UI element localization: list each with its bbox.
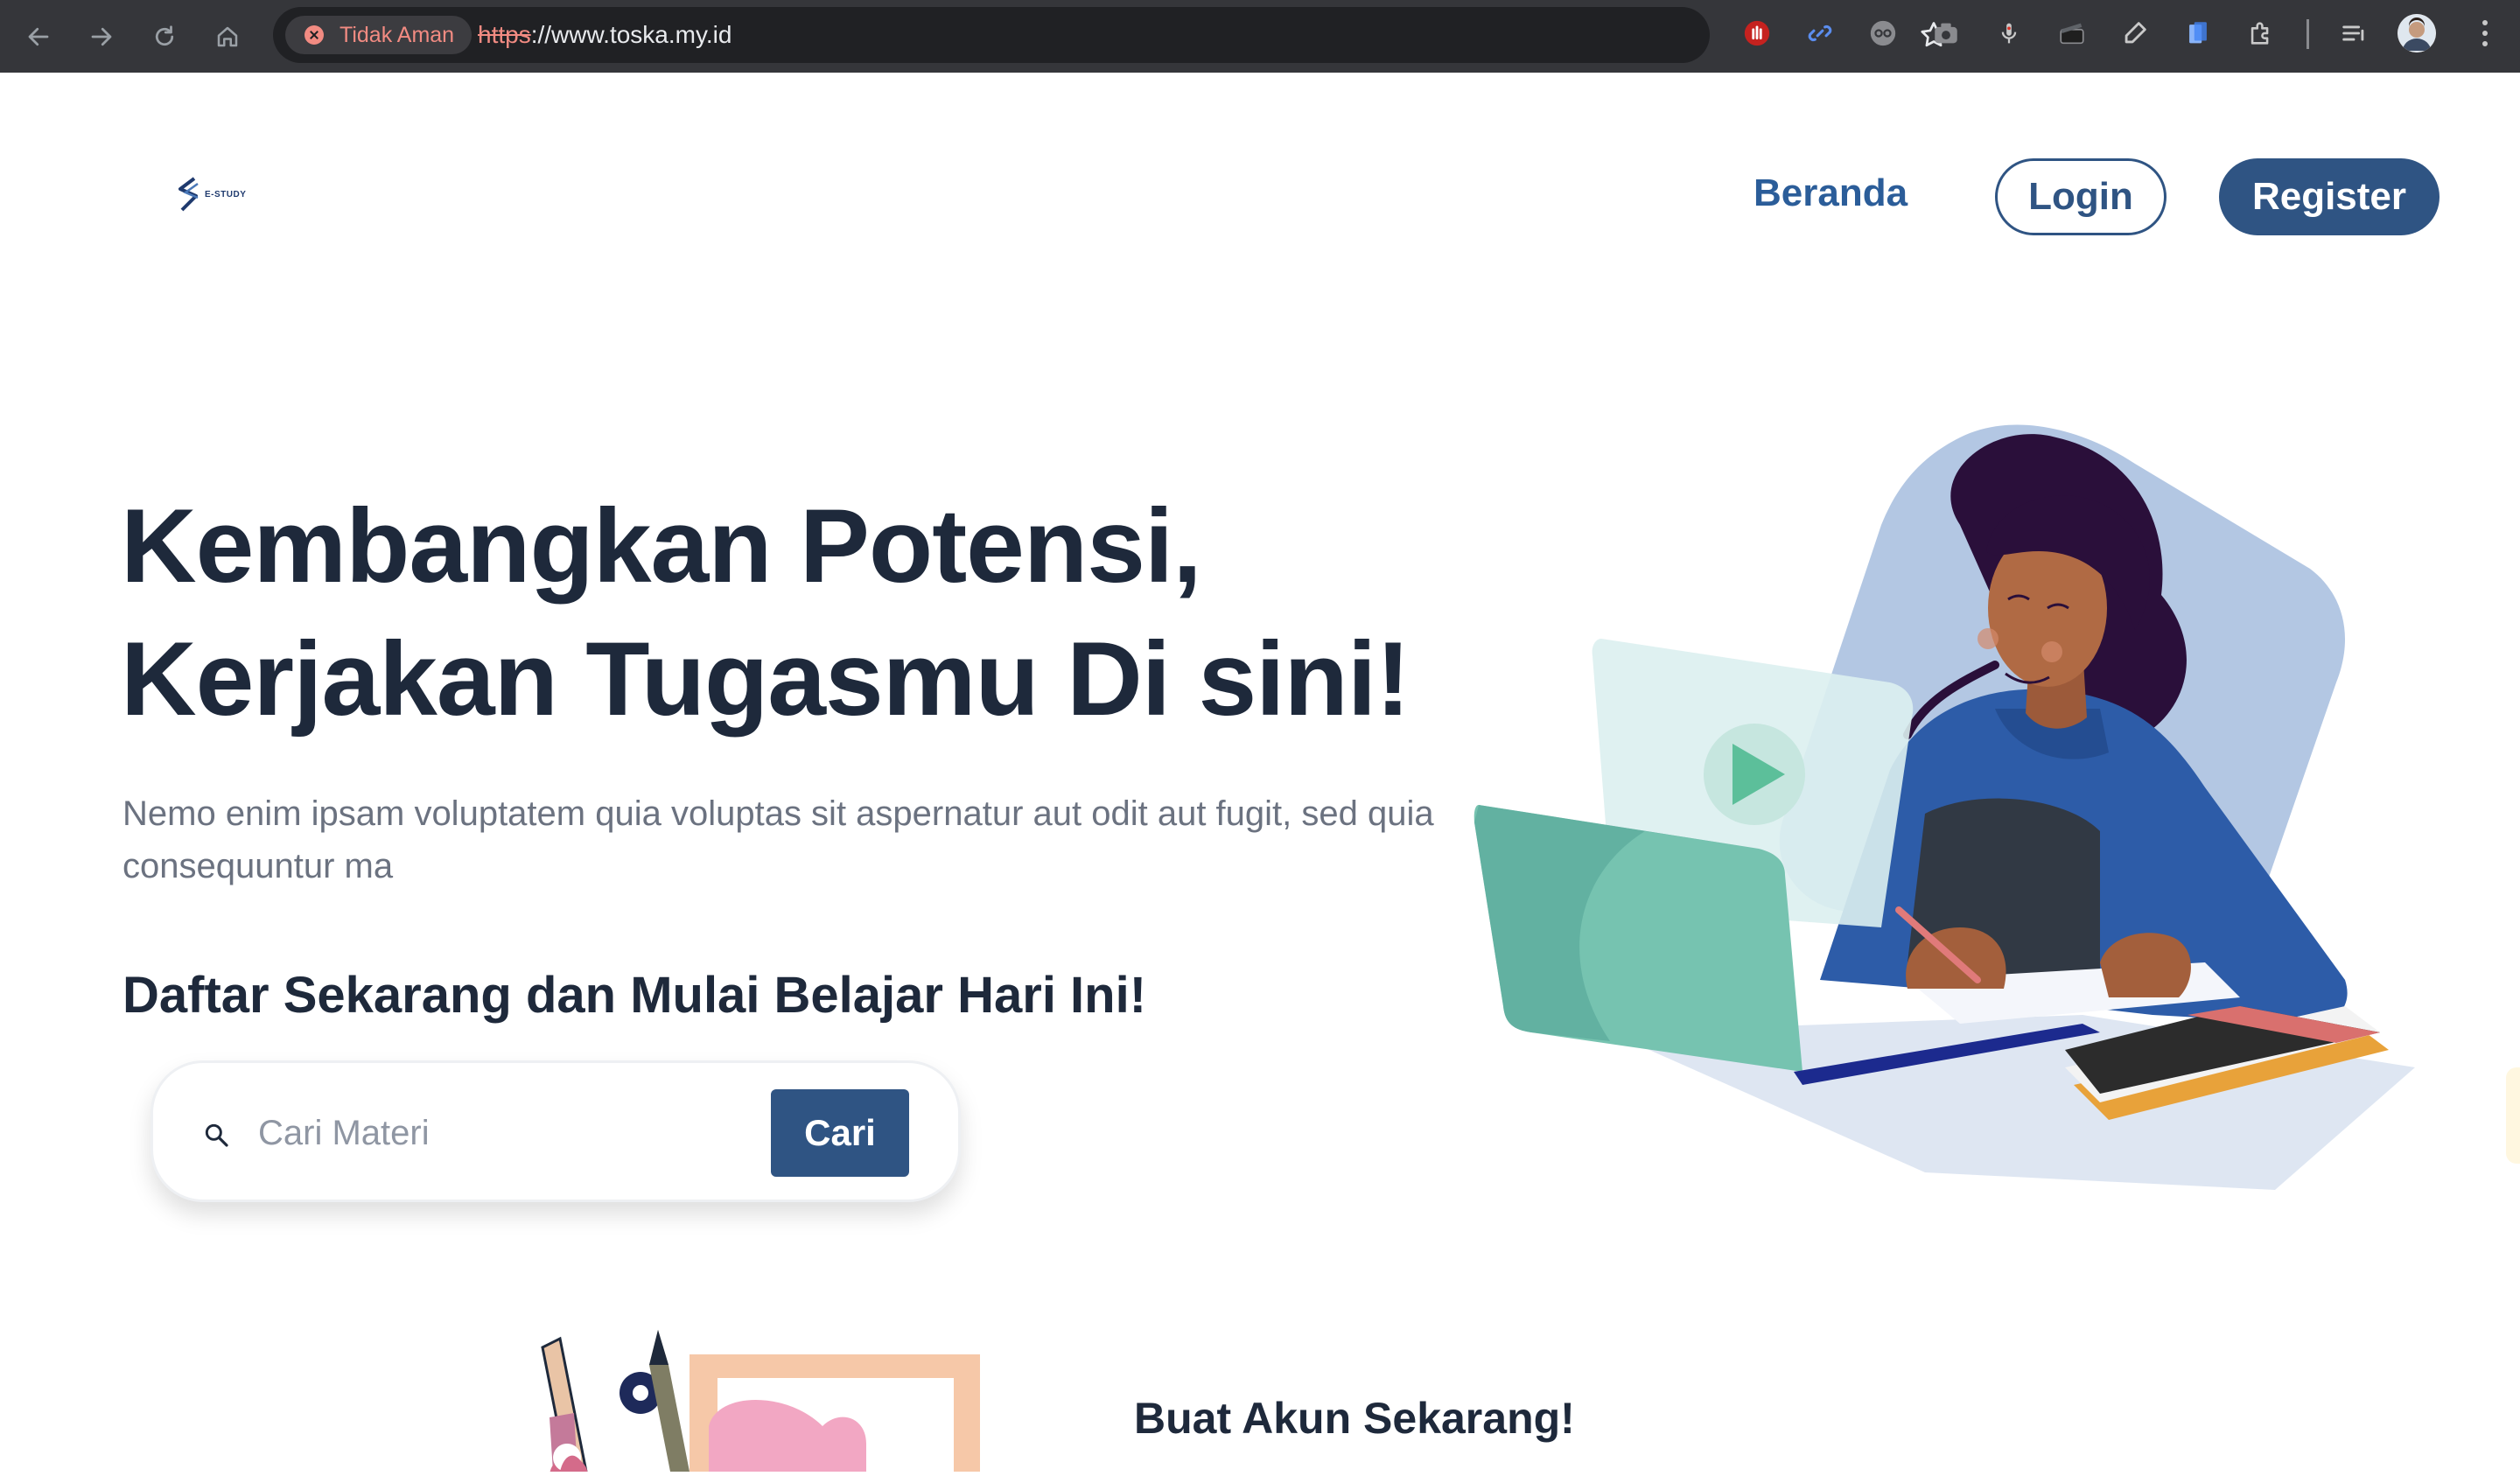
search-submit-button[interactable]: Cari [771,1089,909,1177]
forward-icon[interactable] [79,14,124,59]
extension-glasses-icon[interactable] [1864,14,1902,52]
extensions-puzzle-icon[interactable] [2242,14,2280,52]
security-label: Tidak Aman [340,23,455,47]
search-bar: Cari [150,1060,961,1202]
extension-mic-icon[interactable] [1990,14,2028,52]
home-icon[interactable] [205,14,250,59]
not-secure-icon [304,25,324,45]
browser-menu-icon[interactable] [2468,14,2502,52]
hero-title: Kembangkan Potensi, Kerjakan Tugasmu Di … [121,479,1486,745]
nav-beranda-link[interactable]: Beranda [1754,171,1908,215]
search-icon [202,1121,230,1153]
register-button[interactable]: Register [2219,158,2440,235]
hero-cta-heading: Daftar Sekarang dan Mulai Belajar Hari I… [122,967,1147,1024]
hero-illustration [1470,420,2432,1194]
url-scheme: https [478,21,531,48]
search-input[interactable] [258,1105,538,1161]
reload-icon[interactable] [142,14,187,59]
toolbar-separator [2306,19,2309,49]
logo-text: E-STUDY [205,189,247,199]
extension-link-icon[interactable] [1801,14,1839,52]
reading-list-icon[interactable] [2334,14,2373,52]
side-widget-tab[interactable] [2506,1067,2520,1164]
register-illustration [455,1312,984,1476]
hero-title-line2: Kerjakan Tugasmu Di sini! [121,620,1410,738]
logo-mark-icon [178,177,199,212]
login-button[interactable]: Login [1995,158,2166,235]
site-logo[interactable]: E-STUDY [175,175,246,213]
extension-camera-icon[interactable] [1927,14,1965,52]
extension-eyedropper-icon[interactable] [2116,14,2154,52]
extension-clapper-icon[interactable] [2053,14,2091,52]
extension-hand-icon[interactable] [1738,14,1776,52]
profile-avatar[interactable] [2398,14,2436,52]
hero-title-line1: Kembangkan Potensi, [121,487,1202,605]
hero-description: Nemo enim ipsam voluptatem quia voluptas… [122,794,1434,885]
section2-title: Buat Akun Sekarang! [1134,1394,1575,1443]
extension-docs-icon[interactable] [2179,14,2217,52]
back-icon[interactable] [16,14,61,59]
security-chip[interactable]: Tidak Aman [285,16,472,54]
url-host: ://www.toska.my.id [530,21,732,48]
address-bar[interactable]: Tidak Aman https://www.toska.my.id [273,7,1947,63]
url-text[interactable]: https://www.toska.my.id [478,14,732,56]
browser-toolbar: Tidak Aman https://www.toska.my.id [0,0,2520,73]
